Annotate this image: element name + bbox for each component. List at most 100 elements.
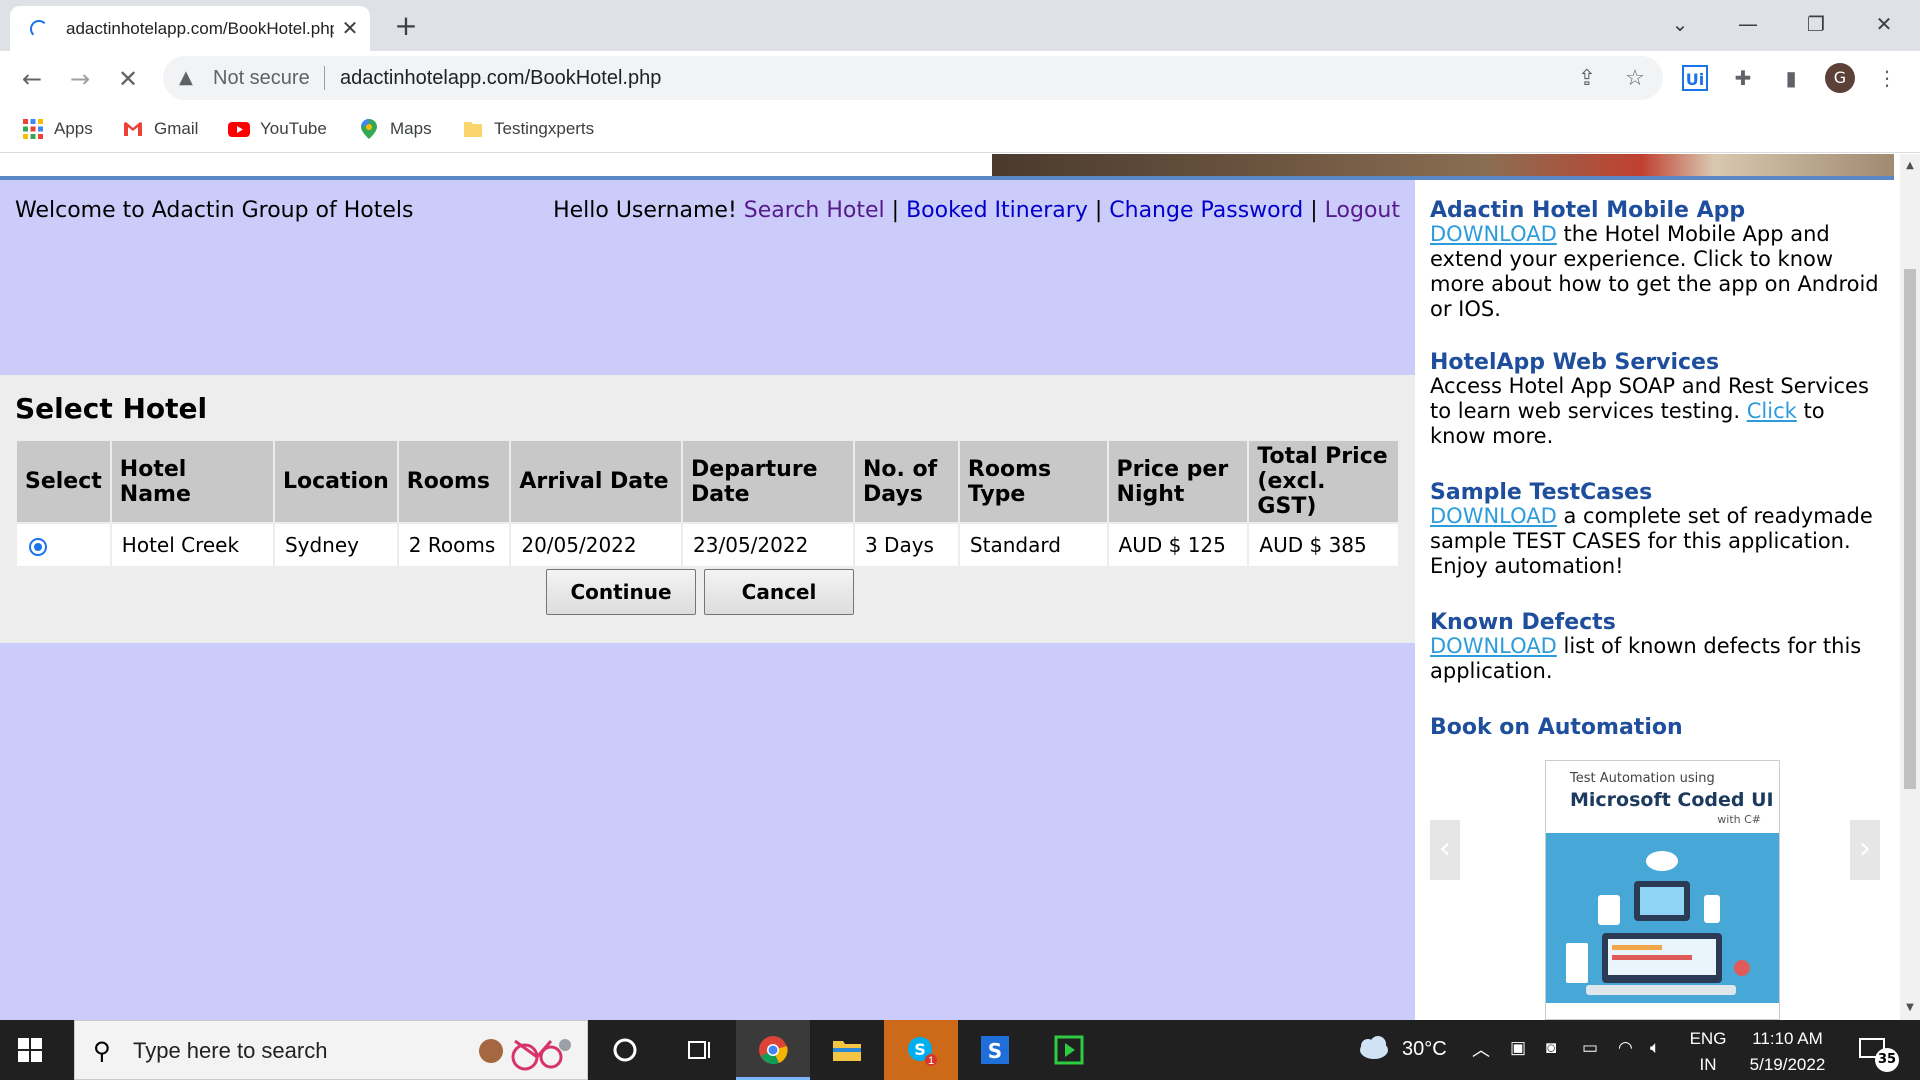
bookmark-label: Maps [390, 119, 432, 138]
tab-search-chevron-icon[interactable]: ⌄ [1660, 8, 1700, 40]
youtube-icon [228, 122, 250, 137]
extensions-puzzle-icon[interactable]: ✚ [1728, 63, 1758, 93]
browser-tab[interactable]: adactinhotelapp.com/BookHotel.php ✕ [10, 6, 370, 51]
notification-count-badge: 35 [1875, 1048, 1899, 1072]
restore-button[interactable]: ❐ [1796, 8, 1836, 40]
scrollbar-thumb[interactable] [1904, 269, 1916, 789]
taskbar-chrome[interactable] [736, 1020, 810, 1080]
svg-text:S: S [988, 1039, 1002, 1063]
omnibox-separator [324, 66, 325, 90]
action-center-button[interactable]: 35 [1855, 1034, 1899, 1072]
system-clock[interactable]: 11:10 AM 5/19/2022 [1730, 1026, 1845, 1078]
minimize-button[interactable]: — [1728, 8, 1768, 40]
column-header-select: Select [15, 439, 112, 524]
change-password-link[interactable]: Change Password [1109, 198, 1303, 223]
gmail-icon [124, 122, 142, 136]
forward-button[interactable]: → [64, 63, 96, 95]
close-window-button[interactable]: ✕ [1864, 8, 1904, 40]
browser-menu-icon[interactable]: ⋮ [1872, 63, 1902, 93]
new-tab-button[interactable]: + [390, 10, 422, 42]
carousel-prev-button[interactable]: ‹ [1430, 820, 1460, 880]
tray-camera-icon[interactable]: ◙ [1546, 1038, 1556, 1064]
apps-grid-icon [23, 119, 43, 139]
bookmark-label: Apps [54, 119, 93, 138]
main-content: Welcome to Adactin Group of Hotels Hello… [0, 180, 1415, 1020]
scroll-up-icon[interactable]: ▲ [1900, 158, 1920, 174]
known-defects-download-link[interactable]: DOWNLOAD [1430, 634, 1557, 658]
battery-icon[interactable]: ▭ [1582, 1038, 1598, 1064]
tab-title: adactinhotelapp.com/BookHotel.php [66, 19, 334, 38]
hotel-table: Select Hotel Name Location Rooms Arrival… [15, 439, 1400, 568]
taskbar-skype[interactable]: S 1 [884, 1020, 958, 1080]
taskbar-search-placeholder: Type here to search [133, 1038, 328, 1063]
continue-button[interactable]: Continue [546, 569, 696, 615]
test-cases-title: Sample TestCases [1430, 480, 1653, 505]
search-hotel-link[interactable]: Search Hotel [744, 198, 885, 223]
language-indicator[interactable]: ENG IN [1688, 1026, 1728, 1078]
url-text[interactable]: adactinhotelapp.com/BookHotel.php [340, 67, 661, 90]
side-panel-icon[interactable]: ▮ [1776, 63, 1806, 93]
weather-icon[interactable] [1356, 1020, 1404, 1080]
address-bar[interactable]: ▲ Not secure adactinhotelapp.com/BookHot… [163, 56, 1663, 100]
task-view-button[interactable] [662, 1020, 736, 1080]
speaker-volume-icon[interactable]: 🔈︎ [1650, 1038, 1660, 1064]
hotel-select-radio[interactable] [29, 537, 47, 556]
scroll-down-icon[interactable]: ▼ [1900, 1000, 1920, 1016]
s-app-icon: S [979, 1034, 1011, 1066]
warning-triangle-icon[interactable]: ▲ [179, 68, 201, 88]
room-type-cell: Standard [957, 522, 1109, 568]
price-per-night-cell: AUD $ 125 [1106, 522, 1250, 568]
tab-close-icon[interactable]: ✕ [336, 14, 364, 42]
browser-toolbar: ← → ✕ ▲ Not secure adactinhotelapp.com/B… [0, 51, 1920, 105]
page-scrollbar[interactable]: ▲ ▼ [1900, 154, 1920, 1020]
taskbar-file-explorer[interactable] [810, 1020, 884, 1080]
cortana-button[interactable] [588, 1020, 662, 1080]
tray-chevron-up-icon[interactable]: ︿ [1472, 1036, 1490, 1062]
browser-tab-strip: adactinhotelapp.com/BookHotel.php ✕ + ⌄ … [0, 0, 1920, 51]
bookmark-maps[interactable]: Maps [358, 115, 432, 143]
mobile-app-download-link[interactable]: DOWNLOAD [1430, 222, 1557, 246]
test-cases-download-link[interactable]: DOWNLOAD [1430, 504, 1557, 528]
nav-separator: | [1310, 198, 1318, 223]
clock-time: 11:10 AM [1752, 1029, 1823, 1048]
wifi-icon[interactable]: ◠ [1618, 1038, 1633, 1064]
book-cover-illustration [1546, 833, 1779, 1019]
stop-loading-button[interactable]: ✕ [112, 63, 144, 95]
uipath-extension-icon[interactable]: Ui [1682, 65, 1708, 91]
book-cover-line: Test Automation using [1570, 771, 1715, 786]
cortana-circle-icon [609, 1034, 641, 1066]
tray-device-icon[interactable]: ▣ [1510, 1038, 1526, 1064]
column-header-hotel-name: Hotel Name [109, 439, 275, 524]
column-header-arrival-date: Arrival Date [509, 439, 684, 524]
share-icon[interactable]: ⇪ [1573, 65, 1601, 93]
language-region: IN [1699, 1055, 1717, 1074]
book-cover-image[interactable]: Test Automation using Microsoft Coded UI… [1545, 760, 1780, 1020]
column-header-departure-date: Departure Date [681, 439, 855, 524]
weather-temperature[interactable]: 30°C [1402, 1038, 1447, 1064]
select-hotel-panel: Select Hotel Select Hotel Name Location … [0, 375, 1415, 643]
select-cell [15, 522, 112, 568]
taskbar-search-box[interactable]: ⚲ Type here to search [74, 1020, 588, 1080]
page-header: Welcome to Adactin Group of Hotels Hello… [0, 180, 1415, 375]
logout-link[interactable]: Logout [1325, 198, 1400, 223]
profile-avatar[interactable]: G [1825, 63, 1855, 93]
search-highlight-illustration-icon [479, 1039, 571, 1071]
bookmark-apps[interactable]: Apps [22, 115, 93, 143]
bookmark-label: Gmail [154, 119, 199, 138]
carousel-next-button[interactable]: › [1850, 820, 1880, 880]
security-label[interactable]: Not secure [213, 67, 310, 90]
taskbar-media-app[interactable] [1032, 1020, 1106, 1080]
back-button[interactable]: ← [16, 63, 48, 95]
bookmark-gmail[interactable]: Gmail [122, 115, 198, 143]
start-windows-icon[interactable] [18, 1038, 42, 1062]
web-services-click-link[interactable]: Click [1747, 399, 1797, 423]
maps-pin-icon [361, 119, 377, 139]
skype-badge-count: 1 [927, 1055, 935, 1067]
web-services-title: HotelApp Web Services [1430, 350, 1720, 375]
bookmark-star-icon[interactable]: ☆ [1621, 65, 1649, 93]
bookmark-testingxperts[interactable]: Testingxperts [462, 115, 594, 143]
cancel-button[interactable]: Cancel [704, 569, 854, 615]
taskbar-app-s[interactable]: S [958, 1020, 1032, 1080]
booked-itinerary-link[interactable]: Booked Itinerary [906, 198, 1088, 223]
bookmark-youtube[interactable]: YouTube [228, 115, 327, 143]
